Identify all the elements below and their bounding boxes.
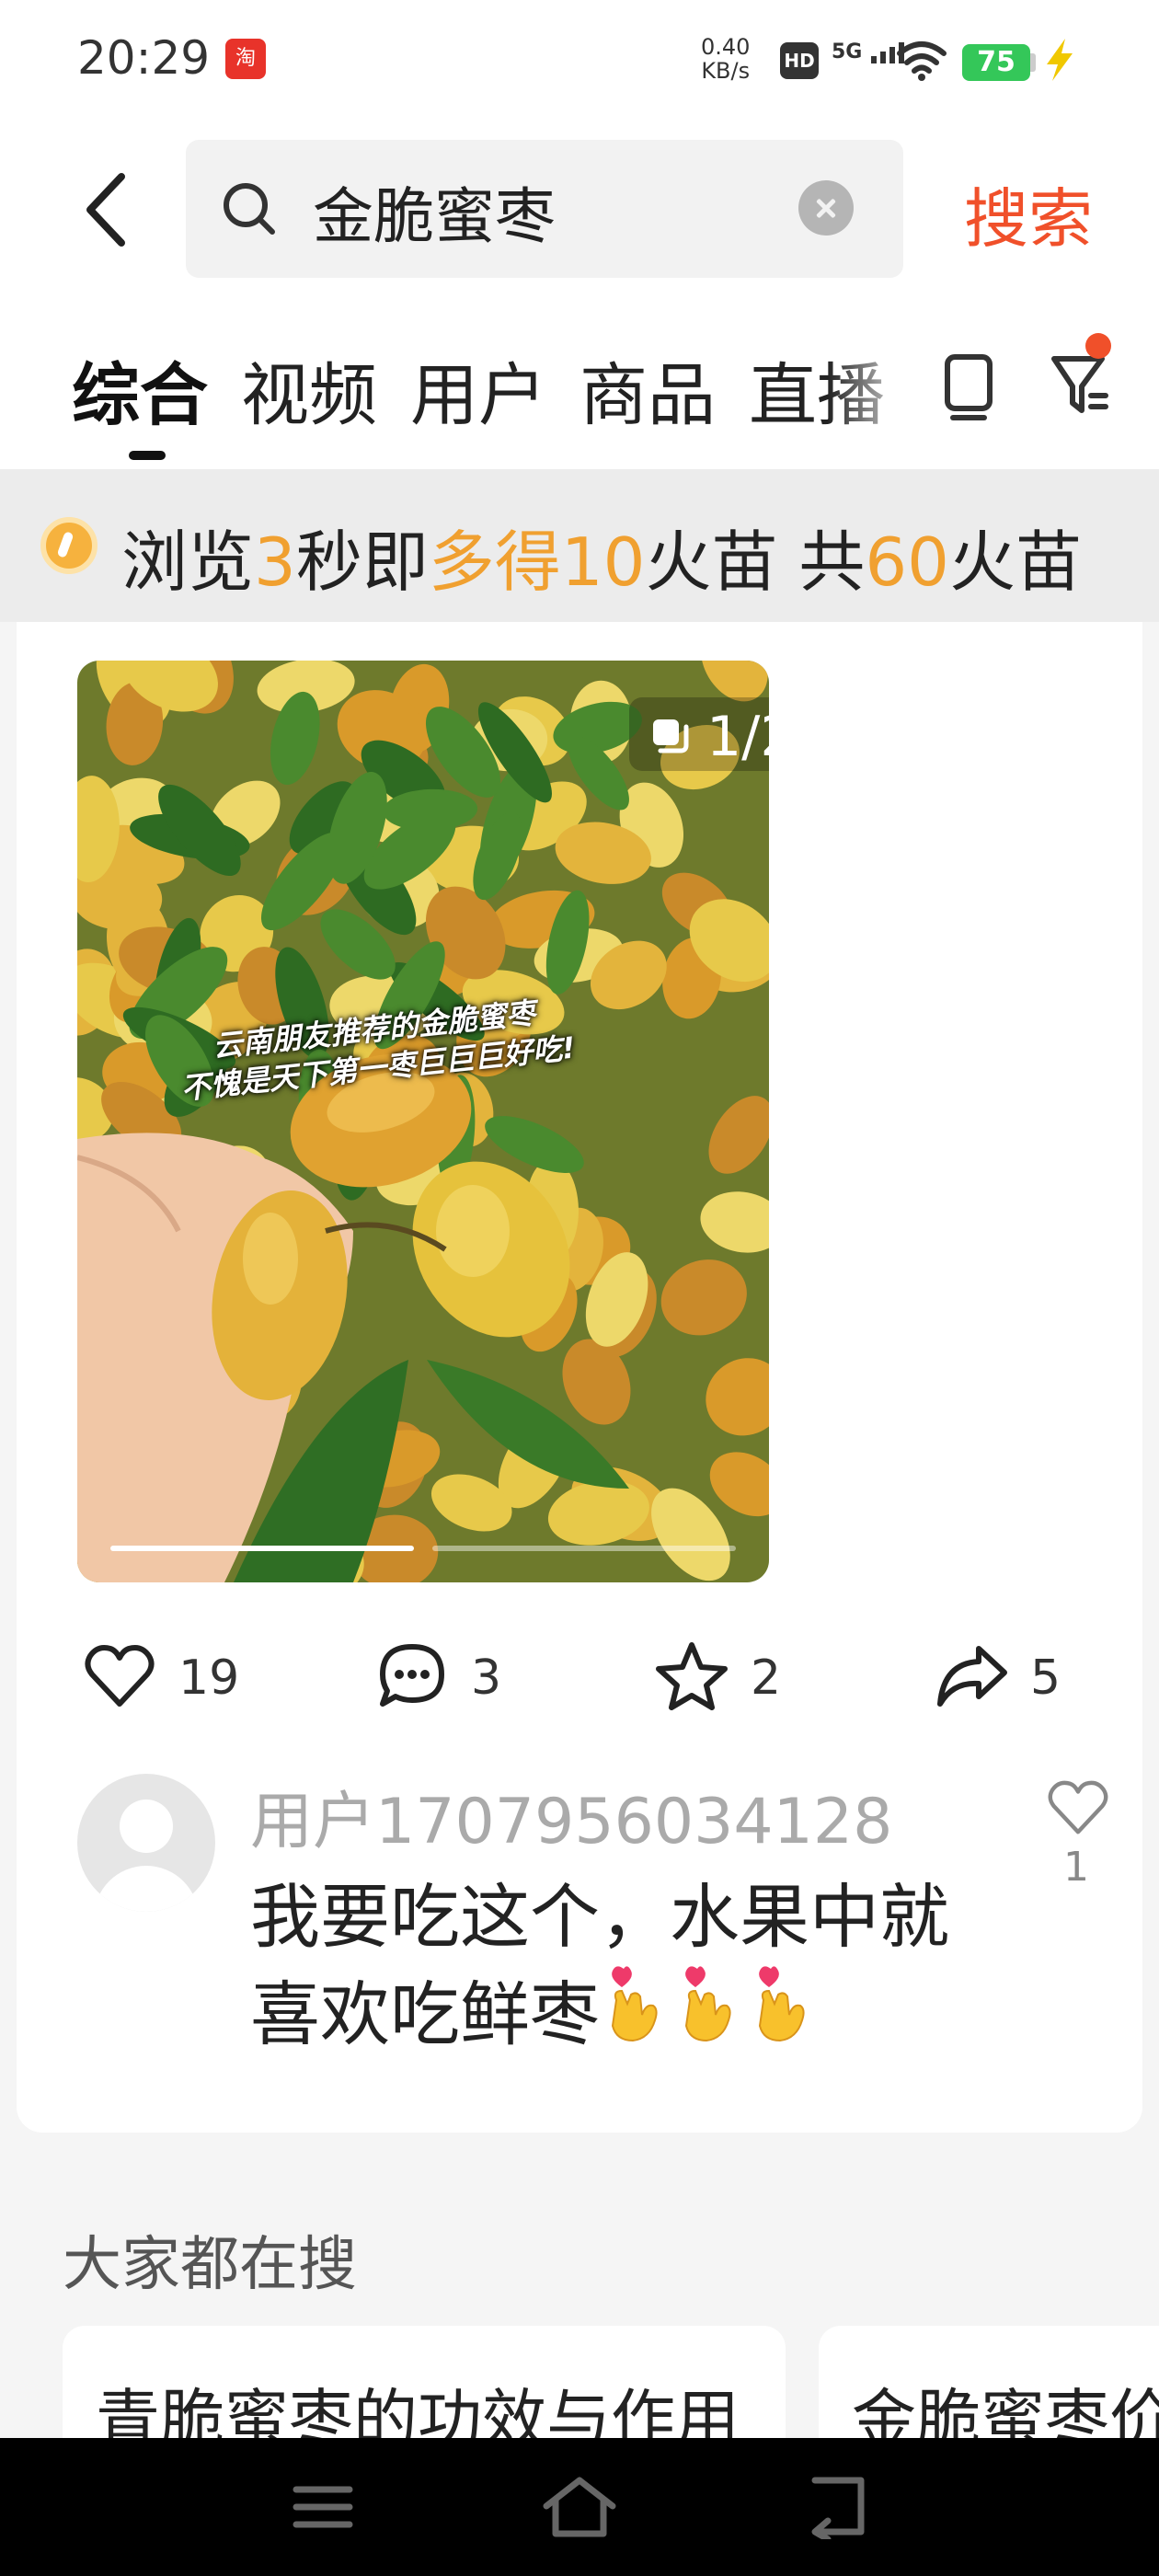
avatar-head: [120, 1800, 173, 1853]
gallery-icon: [653, 719, 689, 753]
tab-comprehensive[interactable]: 综合: [72, 340, 208, 439]
battery-icon: 75: [962, 44, 1030, 81]
battery-tip: [1030, 53, 1036, 72]
suggestions-title: 大家都在搜: [63, 2231, 357, 2299]
layout-icon[interactable]: [938, 350, 1003, 423]
filter-badge-dot: [1085, 333, 1111, 359]
post-image[interactable]: 云南朋友推荐的金脆蜜枣 不愧是天下第一枣巨巨巨好吃! 1/2: [77, 661, 769, 1582]
signal-label: 5G: [832, 40, 863, 63]
avatar-body: [94, 1866, 199, 1912]
status-time: 20:29: [77, 31, 211, 85]
network-speed-value: 0.40: [701, 34, 751, 60]
comment-body: 我要吃这个，水果中就喜欢吃鲜枣: [250, 1871, 1004, 2061]
network-speed: 0.40 KB/s: [701, 35, 750, 83]
image-counter: 1/2: [706, 705, 769, 769]
finger-heart-emoji-icon: [673, 1963, 747, 2046]
image-counter-badge: 1/2: [629, 697, 769, 771]
tab-video[interactable]: 视频: [241, 340, 377, 439]
status-bar: 20:29 淘 0.40 KB/s HD 5G 75: [0, 0, 1159, 129]
tab-active-indicator: [129, 451, 166, 460]
finger-heart-emoji-icon: [747, 1963, 820, 2046]
return-icon[interactable]: [804, 2475, 872, 2539]
reward-text: 浏览3秒即多得10火苗 共60火苗: [121, 523, 1082, 601]
tabs-fade: [828, 322, 920, 442]
result-tabs: 综合 视频 用户 商品 直播: [0, 294, 1159, 469]
reward-banner: 浏览3秒即多得10火苗 共60火苗: [0, 469, 1159, 622]
comment-count: 3: [471, 1650, 502, 1706]
system-nav-bar: [0, 2438, 1159, 2576]
comment-like-count: 1: [1063, 1844, 1089, 1891]
avatar[interactable]: [77, 1774, 215, 1912]
network-speed-unit: KB/s: [701, 58, 751, 84]
jujube-photo: [77, 661, 769, 1582]
image-progress-current: [110, 1546, 414, 1551]
tab-products[interactable]: 商品: [580, 340, 716, 439]
comment-like-icon[interactable]: [1045, 1776, 1111, 1840]
menu-icon[interactable]: [291, 2475, 355, 2539]
home-icon[interactable]: [541, 2475, 618, 2539]
coin-icon: [40, 517, 98, 574]
clear-icon[interactable]: [798, 180, 854, 236]
share-count: 5: [1030, 1650, 1061, 1706]
hd-icon: HD: [780, 42, 819, 79]
image-progress-remaining: [432, 1546, 736, 1551]
search-button[interactable]: 搜索: [964, 167, 1093, 260]
wifi-icon: [897, 41, 947, 81]
search-header: 金脆蜜枣 搜索: [0, 129, 1159, 294]
search-query[interactable]: 金脆蜜枣: [313, 167, 556, 256]
comment-username[interactable]: 用户1707956034128: [250, 1770, 892, 1861]
share-icon: [937, 1646, 1007, 1707]
favorite-count: 2: [751, 1650, 782, 1706]
heart-icon: [85, 1645, 155, 1707]
charging-bolt-icon: [1047, 39, 1073, 81]
comment-icon: [380, 1644, 444, 1707]
search-icon: [224, 183, 275, 235]
signal-5g-icon: 5G: [832, 40, 906, 63]
star-icon: [656, 1642, 728, 1710]
comment-emojis: [600, 1966, 820, 2055]
like-count: 19: [178, 1650, 240, 1706]
finger-heart-emoji-icon: [600, 1963, 673, 2046]
taobao-notification-icon: 淘: [225, 39, 266, 79]
back-icon[interactable]: [74, 166, 147, 258]
tab-users[interactable]: 用户: [410, 340, 546, 439]
